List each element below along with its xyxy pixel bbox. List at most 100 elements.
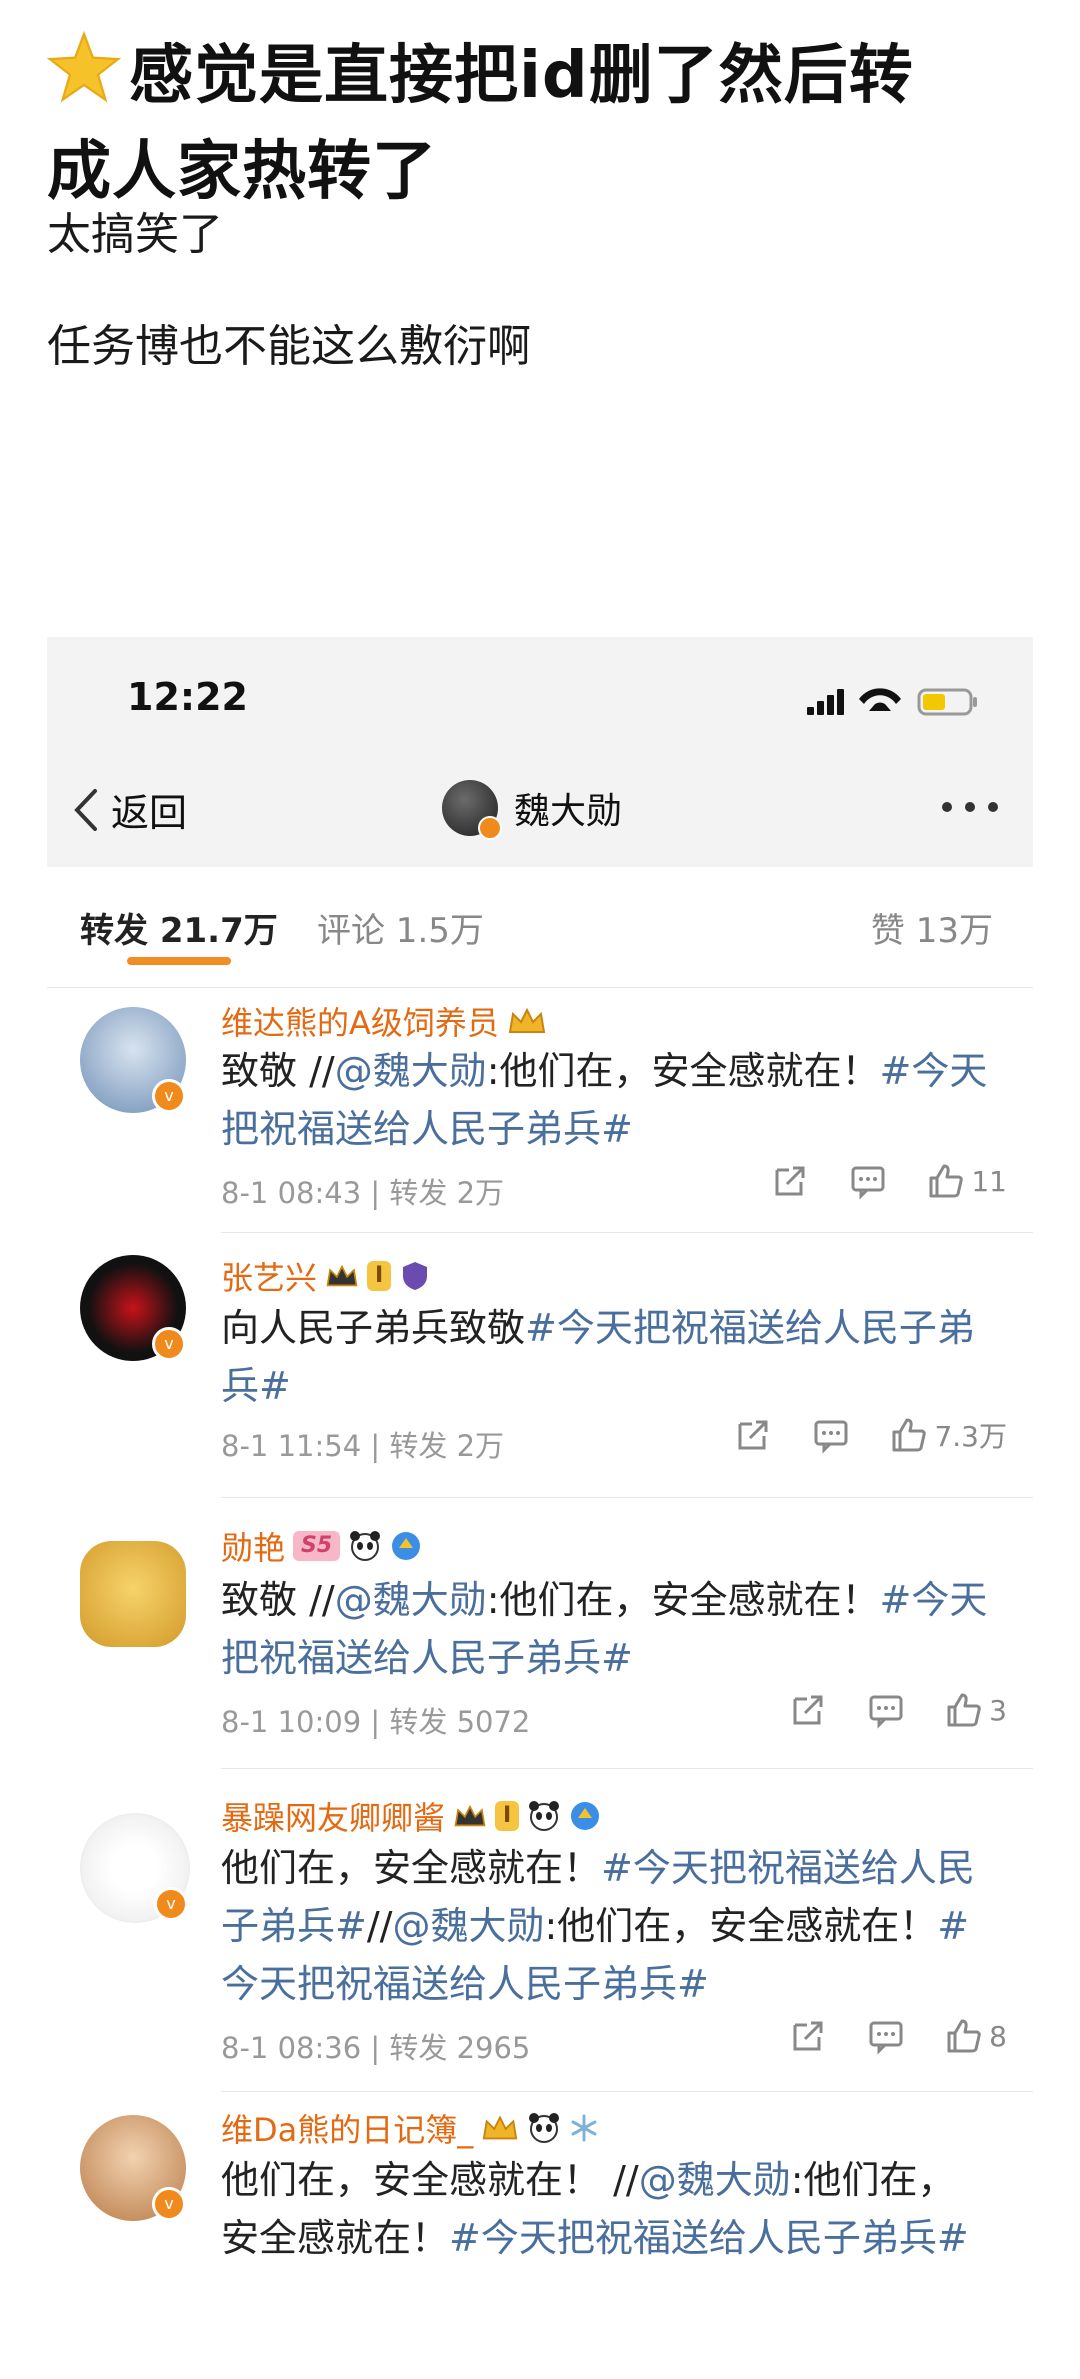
blue-badge-icon bbox=[571, 1802, 600, 1830]
snowflake-icon bbox=[571, 2114, 597, 2142]
status-time: 12:22 bbox=[127, 675, 248, 719]
tab-repost[interactable]: 转发 21.7万 bbox=[80, 903, 278, 952]
item-meta: 8-1 10:09 | 转发 5072 bbox=[221, 1705, 531, 1739]
level-badge: S5 bbox=[293, 1531, 341, 1561]
item-meta: 8-1 08:36 | 转发 2965 bbox=[221, 2031, 531, 2065]
item-author[interactable]: 维达熊的A级饲养员 bbox=[221, 998, 547, 1044]
item-text: 他们在，安全感就在！ //@魏大勋:他们在，安全感就在！#今天把祝福送给人民子弟… bbox=[221, 2158, 969, 2260]
divider bbox=[221, 2091, 1033, 2092]
divider bbox=[221, 1497, 1033, 1498]
share-icon bbox=[793, 2021, 823, 2051]
tab-indicator bbox=[127, 957, 231, 965]
like-count: 7.3万 bbox=[934, 1420, 1007, 1453]
avatar[interactable] bbox=[80, 1541, 186, 1647]
share-button[interactable] bbox=[734, 1416, 772, 1454]
comment-icon bbox=[869, 2021, 903, 2055]
nav-user-name: 魏大勋 bbox=[514, 791, 623, 832]
item-meta: 8-1 11:54 | 转发 2万 bbox=[221, 1429, 505, 1463]
author-name: 暴躁网友卿卿酱 bbox=[221, 1799, 446, 1837]
more-icon[interactable] bbox=[939, 797, 1001, 817]
chevron-left-icon bbox=[74, 788, 97, 831]
item-actions: 7.3万 bbox=[734, 1415, 1007, 1455]
share-icon bbox=[775, 1166, 805, 1196]
like-button[interactable]: 7.3万 bbox=[890, 1415, 1007, 1455]
verified-icon: v bbox=[154, 1887, 188, 1921]
crown-icon bbox=[326, 1264, 358, 1287]
comment-button[interactable] bbox=[812, 1416, 850, 1454]
avatar[interactable]: v bbox=[80, 1007, 186, 1113]
avatar[interactable] bbox=[442, 780, 502, 840]
mention-link[interactable]: @魏大勋 bbox=[335, 1578, 487, 1622]
item-text: 向人民子弟兵致敬#今天把祝福送给人民子弟兵# bbox=[221, 1306, 975, 1408]
author-name: 维Da熊的日记簿_ bbox=[221, 2111, 474, 2149]
comment-icon bbox=[869, 1695, 903, 1729]
comment-button[interactable] bbox=[867, 2017, 905, 2055]
like-button[interactable]: 11 bbox=[927, 1162, 1007, 1200]
like-count: 11 bbox=[971, 1164, 1007, 1198]
author-name: 张艺兴 bbox=[221, 1259, 318, 1297]
thumbs-up-icon bbox=[929, 1164, 964, 1198]
crown-icon bbox=[482, 2115, 518, 2140]
post: 感觉是直接把id删了然后转 成人家热转了 bbox=[47, 28, 1047, 220]
hashtag-link[interactable]: #今天把祝福送给人民子弟兵# bbox=[449, 2216, 969, 2260]
post-title: 感觉是直接把id删了然后转 成人家热转了 bbox=[47, 28, 1047, 220]
share-button[interactable] bbox=[789, 2017, 827, 2055]
thumbs-up-icon bbox=[947, 2019, 981, 2053]
panda-icon bbox=[350, 1531, 381, 1561]
shield-icon bbox=[403, 1262, 428, 1290]
divider bbox=[221, 1768, 1033, 1769]
avatar[interactable]: v bbox=[80, 2115, 186, 2221]
mention-link[interactable]: @魏大勋 bbox=[392, 1904, 544, 1948]
thumbs-up-icon bbox=[892, 1418, 927, 1452]
mention-link[interactable]: @魏大勋 bbox=[639, 2158, 791, 2202]
item-actions: 3 bbox=[789, 1691, 1007, 1729]
author-name: 勋艳 bbox=[221, 1529, 286, 1567]
share-icon bbox=[738, 1420, 768, 1450]
item-actions: 11 bbox=[771, 1162, 1007, 1200]
item-author[interactable]: 维Da熊的日记簿_ bbox=[221, 2105, 599, 2151]
tab-like[interactable]: 赞 13万 bbox=[871, 903, 993, 952]
comment-icon bbox=[814, 1420, 848, 1454]
item-text: 致敬 //@魏大勋:他们在，安全感就在！#今天把祝福送给人民子弟兵# bbox=[221, 1578, 988, 1680]
post-text-line: 太搞笑了 bbox=[47, 209, 223, 260]
verified-icon: v bbox=[152, 1327, 186, 1361]
divider bbox=[221, 1232, 1033, 1233]
tab-comment[interactable]: 评论 1.5万 bbox=[317, 903, 484, 952]
panda-icon bbox=[529, 1801, 560, 1831]
item-author[interactable]: 张艺兴 I bbox=[221, 1253, 431, 1299]
comment-button[interactable] bbox=[849, 1162, 887, 1200]
nav-user[interactable]: 魏大勋 bbox=[442, 780, 623, 840]
share-button[interactable] bbox=[771, 1162, 809, 1200]
post-text-line: 任务博也不能这么敷衍啊 bbox=[47, 321, 531, 372]
thumbs-up-icon bbox=[947, 1693, 981, 1727]
like-button[interactable]: 8 bbox=[945, 2017, 1007, 2055]
comment-icon bbox=[851, 1166, 885, 1200]
signal-icon bbox=[807, 689, 844, 715]
battery-icon bbox=[917, 688, 977, 716]
back-label: 返回 bbox=[111, 791, 188, 835]
mention-link[interactable]: @魏大勋 bbox=[335, 1049, 487, 1093]
avatar[interactable]: v bbox=[80, 1255, 186, 1361]
back-button[interactable]: 返回 bbox=[69, 782, 187, 837]
blue-badge-icon bbox=[392, 1532, 421, 1560]
post-title-line1: 感觉是直接把id删了然后转 bbox=[129, 39, 914, 113]
like-count: 3 bbox=[989, 1693, 1007, 1727]
item-author[interactable]: 暴躁网友卿卿酱 I bbox=[221, 1793, 601, 1839]
share-button[interactable] bbox=[789, 1691, 827, 1729]
item-text: 他们在，安全感就在！#今天把祝福送给人民子弟兵#//@魏大勋:他们在，安全感就在… bbox=[221, 1846, 975, 2006]
item-text: 致敬 //@魏大勋:他们在，安全感就在！#今天把祝福送给人民子弟兵# bbox=[221, 1049, 988, 1151]
like-button[interactable]: 3 bbox=[945, 1691, 1007, 1729]
comment-button[interactable] bbox=[867, 1691, 905, 1729]
phone-header: 12:22 返回 魏大勋 bbox=[47, 637, 1033, 867]
verified-icon: v bbox=[152, 2187, 186, 2221]
crown-icon bbox=[454, 1804, 486, 1827]
wifi-icon bbox=[859, 688, 901, 711]
like-count: 8 bbox=[989, 2019, 1007, 2053]
crown-icon bbox=[508, 1007, 546, 1033]
panda-icon bbox=[529, 2113, 560, 2143]
avatar[interactable]: v bbox=[80, 1813, 190, 1923]
item-meta: 8-1 08:43 | 转发 2万 bbox=[221, 1176, 505, 1210]
verified-icon bbox=[478, 816, 502, 840]
item-author[interactable]: 勋艳 S5 bbox=[221, 1523, 422, 1569]
tabs: 转发 21.7万 评论 1.5万 赞 13万 bbox=[47, 867, 1033, 988]
